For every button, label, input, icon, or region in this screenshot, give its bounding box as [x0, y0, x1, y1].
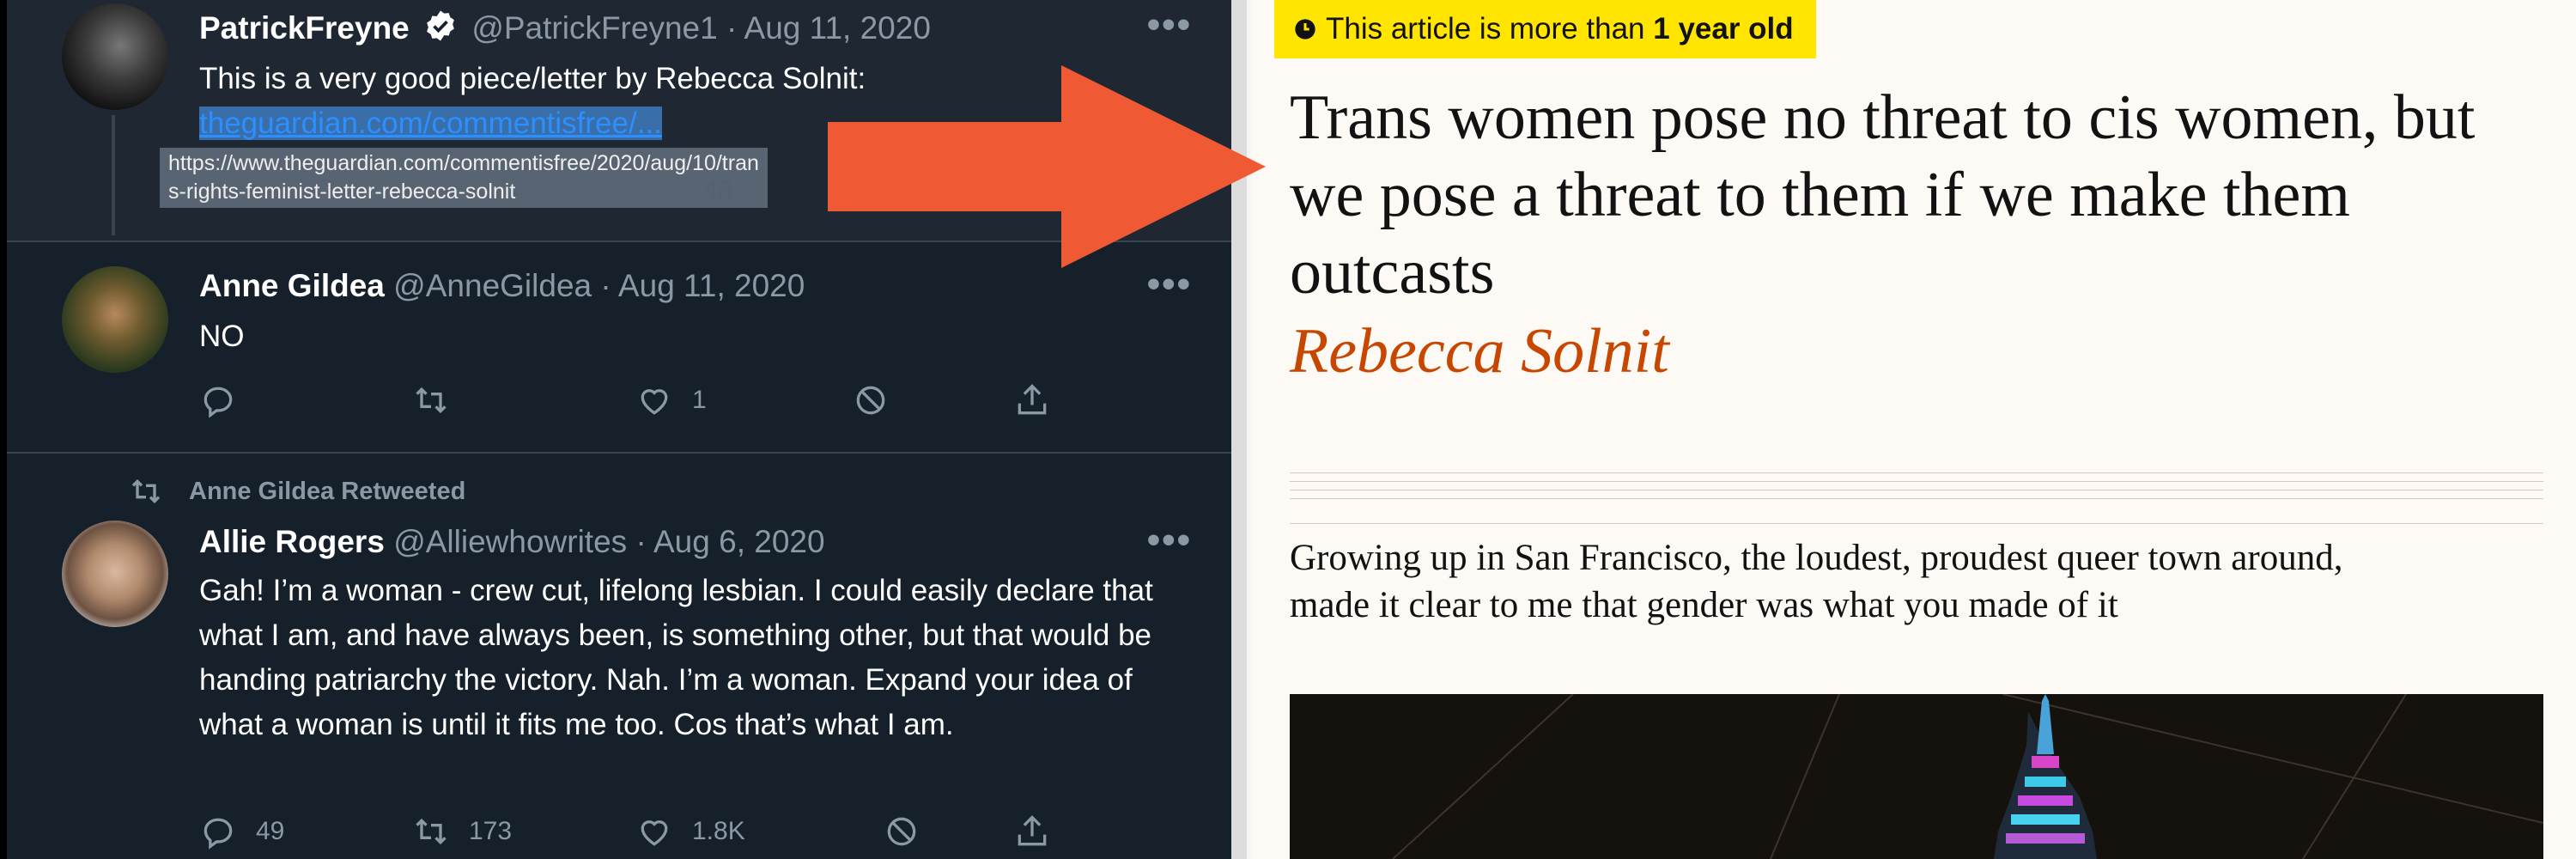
author-name[interactable]: Anne Gildea — [199, 268, 385, 303]
url-tooltip: https://www.theguardian.com/commentisfre… — [160, 148, 768, 208]
red-arrow-annotation — [828, 65, 1266, 268]
clock-icon — [1295, 19, 1315, 40]
reply-count: 49 — [256, 817, 285, 845]
tweet-text: This is a very good piece/letter by Rebe… — [199, 62, 866, 95]
like-button[interactable]: 1.8K — [635, 813, 745, 850]
heart-icon — [641, 820, 668, 846]
retweet-button[interactable] — [412, 381, 469, 419]
tweet-text: NO — [199, 320, 245, 353]
author-handle-date[interactable]: @PatrickFreyne1 · Aug 11, 2020 — [471, 10, 931, 46]
share-icon — [1018, 815, 1047, 846]
tweet-header: PatrickFreyne @PatrickFreyne1 · Aug 11, … — [199, 9, 931, 51]
retweet-button[interactable]: 173 — [412, 813, 512, 850]
reply-button[interactable]: 49 — [199, 813, 284, 850]
avatar[interactable] — [62, 3, 168, 110]
badge-text: This article is more than — [1326, 12, 1654, 46]
retweet-icon — [416, 387, 447, 414]
author-handle-date[interactable]: @Alliewhowrites · Aug 6, 2020 — [393, 524, 824, 559]
verified-badge-icon — [423, 9, 458, 51]
retweeted-by-label[interactable]: Anne Gildea Retweeted — [189, 478, 465, 506]
retweet-icon — [416, 818, 447, 845]
badge-bold-text: 1 year old — [1653, 12, 1794, 46]
more-options-icon[interactable]: ••• — [1147, 519, 1192, 562]
article-age-badge: This article is more than 1 year old — [1274, 0, 1816, 58]
guardian-article-panel: This article is more than 1 year old Tra… — [1231, 0, 2576, 859]
avatar[interactable] — [62, 521, 168, 627]
city-tower-photo — [1290, 694, 2543, 859]
tweet-header: Anne Gildea @AnneGildea · Aug 11, 2020 — [199, 268, 805, 304]
tweet-text: Gah! I’m a woman - crew cut, lifelong le… — [199, 574, 1153, 741]
like-count: 1.8K — [692, 817, 745, 845]
hidden-count: 48 — [702, 175, 733, 206]
like-button[interactable]: 1 — [635, 381, 707, 419]
block-button[interactable] — [883, 813, 920, 850]
tweet-allie-rogers[interactable]: Anne Gildea Retweeted Allie Rogers @Alli… — [7, 454, 1231, 859]
reply-icon — [204, 818, 233, 850]
heart-icon — [641, 389, 668, 415]
article-standfirst: Growing up in San Francisco, the loudest… — [1290, 538, 2343, 625]
avatar[interactable] — [62, 266, 168, 373]
share-icon — [1018, 384, 1047, 415]
more-options-icon[interactable]: ••• — [1147, 3, 1192, 46]
url-tooltip-text: https://www.theguardian.com/commentisfre… — [168, 151, 759, 204]
like-count: 1 — [692, 386, 707, 414]
panel-edge — [0, 0, 7, 859]
block-button[interactable] — [852, 381, 890, 419]
tweet-header: Allie Rogers @Alliewhowrites · Aug 6, 20… — [199, 524, 825, 560]
retweet-icon — [131, 478, 161, 504]
reply-button[interactable] — [199, 381, 256, 419]
article-headline: Trans women pose no threat to cis women,… — [1290, 82, 2476, 308]
block-icon — [856, 386, 885, 415]
article-link-text[interactable]: theguardian.com/commentisfree/... — [199, 107, 662, 140]
share-button[interactable] — [1013, 813, 1051, 850]
author-handle-date[interactable]: @AnneGildea · Aug 11, 2020 — [393, 268, 805, 303]
tweet-anne-gildea[interactable]: Anne Gildea @AnneGildea · Aug 11, 2020 •… — [7, 242, 1231, 452]
article-page: This article is more than 1 year old Tra… — [1252, 0, 2576, 859]
article-link[interactable]: theguardian.com/commentisfree/... — [199, 101, 662, 146]
reply-icon — [204, 387, 233, 418]
retweeted-by: Anne Gildea Retweeted — [129, 474, 465, 509]
share-button[interactable] — [1013, 381, 1051, 419]
tweet-actions: 1 — [199, 381, 1058, 430]
tweet-actions: 49 173 1.8K — [199, 813, 1058, 859]
article-main-image — [1290, 694, 2543, 859]
thread-line — [112, 115, 115, 235]
author-name[interactable]: PatrickFreyne — [199, 10, 410, 46]
block-icon — [887, 817, 916, 846]
article-byline[interactable]: Rebecca Solnit — [1290, 313, 1669, 390]
retweet-count: 173 — [469, 817, 513, 845]
author-name[interactable]: Allie Rogers — [199, 524, 385, 559]
section-rules — [1290, 472, 2543, 533]
